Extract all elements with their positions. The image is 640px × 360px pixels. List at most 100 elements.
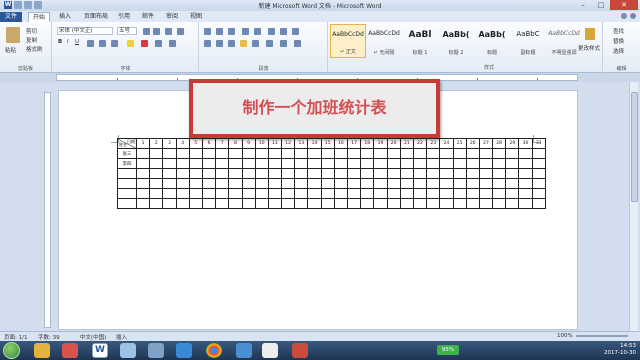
table-cell[interactable] — [320, 158, 335, 169]
table-cell[interactable] — [518, 188, 533, 199]
table-cell[interactable] — [215, 178, 230, 189]
vertical-scrollbar[interactable] — [629, 82, 638, 331]
day-header-cell[interactable]: 11 — [267, 138, 283, 149]
table-cell[interactable] — [346, 198, 362, 209]
table-cell[interactable] — [518, 168, 533, 179]
table-cell[interactable] — [320, 148, 335, 159]
table-cell[interactable] — [267, 188, 283, 199]
day-header-cell[interactable]: 29 — [505, 138, 520, 149]
table-cell[interactable] — [439, 188, 454, 199]
table-cell[interactable] — [412, 178, 428, 189]
maximize-button[interactable]: □ — [592, 0, 610, 10]
table-cell[interactable] — [201, 158, 217, 169]
table-cell[interactable] — [373, 158, 388, 169]
app-icon[interactable] — [176, 343, 192, 358]
table-cell[interactable] — [426, 188, 441, 199]
table-cell[interactable] — [215, 168, 230, 179]
align-left-icon[interactable] — [204, 40, 211, 47]
table-cell[interactable] — [478, 198, 494, 209]
table-cell[interactable] — [201, 198, 217, 209]
table-cell[interactable] — [399, 148, 414, 159]
table-cell[interactable] — [412, 188, 428, 199]
app-icon[interactable] — [236, 343, 252, 358]
table-cell[interactable] — [320, 188, 335, 199]
table-cell[interactable] — [492, 158, 507, 169]
table-cell[interactable] — [188, 158, 203, 169]
word-count[interactable]: 字数: 39 — [38, 333, 60, 341]
table-cell[interactable] — [386, 188, 401, 199]
day-header-cell[interactable]: 10 — [254, 138, 269, 149]
decrease-indent-icon[interactable] — [242, 28, 249, 35]
table-cell[interactable] — [505, 148, 520, 159]
increase-indent-icon[interactable] — [254, 28, 261, 35]
table-cell[interactable] — [492, 148, 507, 159]
table-cell[interactable] — [188, 198, 203, 209]
font-color-icon[interactable] — [141, 40, 148, 47]
table-cell[interactable] — [320, 178, 335, 189]
table-cell[interactable] — [320, 168, 335, 179]
insert-mode[interactable]: 插入 — [116, 333, 127, 341]
table-cell[interactable] — [373, 148, 388, 159]
table-cell[interactable] — [135, 188, 151, 199]
table-cell[interactable] — [175, 158, 190, 169]
chinese-layout-icon[interactable] — [268, 28, 275, 35]
italic-icon[interactable]: I — [67, 39, 69, 45]
table-cell[interactable] — [505, 158, 520, 169]
table-cell[interactable] — [531, 198, 546, 209]
table-cell[interactable] — [215, 188, 230, 199]
style-no-spacing[interactable]: AaBbCcDd ↵ 无间隔 — [366, 24, 402, 58]
day-header-cell[interactable]: 12 — [281, 138, 296, 149]
table-cell[interactable] — [505, 178, 520, 189]
format-painter-button[interactable]: 格式刷 — [26, 45, 43, 53]
zoom-level[interactable]: 100% — [557, 333, 573, 339]
scrollbar-thumb[interactable] — [631, 92, 638, 202]
grow-font-icon[interactable] — [143, 28, 150, 35]
table-cell[interactable] — [465, 188, 480, 199]
app-icon[interactable] — [120, 343, 136, 358]
copy-button[interactable]: 复制 — [26, 36, 37, 44]
day-header-cell[interactable]: 14 — [307, 138, 322, 149]
char-shading-icon[interactable] — [155, 40, 162, 47]
table-cell[interactable] — [360, 158, 375, 169]
table-cell[interactable] — [465, 178, 480, 189]
table-cell[interactable] — [294, 178, 309, 189]
table-cell[interactable] — [373, 198, 388, 209]
table-cell[interactable] — [505, 198, 520, 209]
table-cell[interactable] — [531, 188, 546, 199]
table-cell[interactable] — [360, 148, 375, 159]
close-button[interactable]: ✕ — [610, 0, 638, 10]
table-cell[interactable] — [346, 148, 362, 159]
table-cell[interactable] — [426, 158, 441, 169]
day-header-cell[interactable]: 22 — [412, 138, 428, 149]
table-cell[interactable] — [201, 188, 217, 199]
table-cell[interactable] — [333, 168, 349, 179]
change-case-icon[interactable] — [165, 28, 172, 35]
sort-icon[interactable] — [280, 28, 287, 35]
table-cell[interactable] — [452, 148, 467, 159]
table-cell[interactable] — [254, 198, 269, 209]
table-cell[interactable] — [465, 158, 480, 169]
line-spacing-icon[interactable] — [266, 40, 273, 47]
shrink-font-icon[interactable] — [153, 28, 160, 35]
table-cell[interactable] — [135, 178, 151, 189]
table-cell[interactable] — [307, 188, 322, 199]
style-normal[interactable]: AaBbCcDd ↵ 正文 — [330, 24, 366, 58]
start-button[interactable] — [3, 342, 20, 359]
table-cell[interactable] — [452, 168, 467, 179]
table-cell[interactable] — [452, 158, 467, 169]
table-cell[interactable] — [254, 168, 269, 179]
table-cell[interactable] — [531, 168, 546, 179]
table-cell[interactable] — [281, 148, 296, 159]
tab-file[interactable]: 文件 — [0, 12, 22, 22]
day-header-cell[interactable]: 5 — [188, 138, 203, 149]
table-cell[interactable] — [228, 198, 243, 209]
table-cell[interactable] — [162, 148, 177, 159]
table-cell[interactable] — [492, 198, 507, 209]
table-cell[interactable] — [294, 188, 309, 199]
day-header-cell[interactable]: 30 — [518, 138, 533, 149]
table-cell[interactable] — [412, 148, 428, 159]
table-cell[interactable] — [399, 178, 414, 189]
table-cell[interactable] — [478, 188, 494, 199]
table-cell[interactable] — [465, 148, 480, 159]
table-cell[interactable] — [531, 148, 546, 159]
